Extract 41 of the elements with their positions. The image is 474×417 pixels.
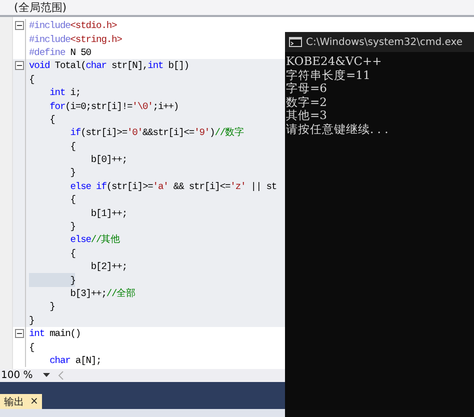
code-line: void Total(char str[N],int b[]) xyxy=(29,59,189,73)
code-line: int main() xyxy=(29,327,81,340)
code-line: #define N 50 xyxy=(29,46,91,60)
console-line: 字母=6 xyxy=(286,82,328,96)
console-line: 字符串长度=11 xyxy=(286,68,372,82)
collapse-icon[interactable] xyxy=(14,61,24,70)
code-line: for(i=0;str[i]!='\0';i++) xyxy=(48,100,179,113)
code-line: } xyxy=(48,300,55,314)
code-line: } xyxy=(29,314,34,327)
window-title: C:\Windows\system32\cmd.exe xyxy=(306,36,462,48)
code-line: #include<stdio.h> xyxy=(29,19,117,32)
code-line: { xyxy=(29,72,34,86)
code-line: b[1]++; xyxy=(90,206,127,220)
console-line: 数字=2 xyxy=(286,96,328,109)
code-line: } xyxy=(69,166,76,180)
code-line: { xyxy=(48,112,55,126)
code-line: { xyxy=(69,193,76,206)
close-icon[interactable]: × xyxy=(30,396,38,407)
zoom-dropdown[interactable]: 100 % xyxy=(0,370,50,381)
code-line: { xyxy=(29,340,34,354)
collapse-icon[interactable] xyxy=(14,329,24,338)
code-line: b[2]++; xyxy=(90,260,127,274)
code-line: { xyxy=(69,140,76,153)
collapse-icon[interactable] xyxy=(14,21,24,30)
code-line: b[0]++; xyxy=(90,153,127,166)
code-line: } xyxy=(69,220,76,234)
output-tab[interactable]: 输出 × xyxy=(0,394,42,409)
code-line: int i; xyxy=(48,86,81,100)
code-line: else if(str[i]>='a' && str[i]<='z' || st xyxy=(69,180,277,194)
code-line: else//其他 xyxy=(69,233,120,247)
code-line: #include<string.h> xyxy=(29,32,122,46)
caret-icon xyxy=(42,373,50,378)
code-line: char a[N]; xyxy=(48,354,102,368)
scope-dropdown[interactable]: (全局范围) xyxy=(14,0,67,15)
code-line: b[3]++;//全部 xyxy=(69,287,136,300)
console-icon xyxy=(289,37,302,47)
console-line: KOBE24&VC++ xyxy=(286,55,383,68)
code-line: { xyxy=(69,246,76,260)
code-line: if(str[i]>='0'&&str[i]<='9')//数字 xyxy=(69,126,244,140)
console-line: 请按任意键继续. . . xyxy=(286,122,390,136)
console-line: 其他=3 xyxy=(286,109,328,122)
